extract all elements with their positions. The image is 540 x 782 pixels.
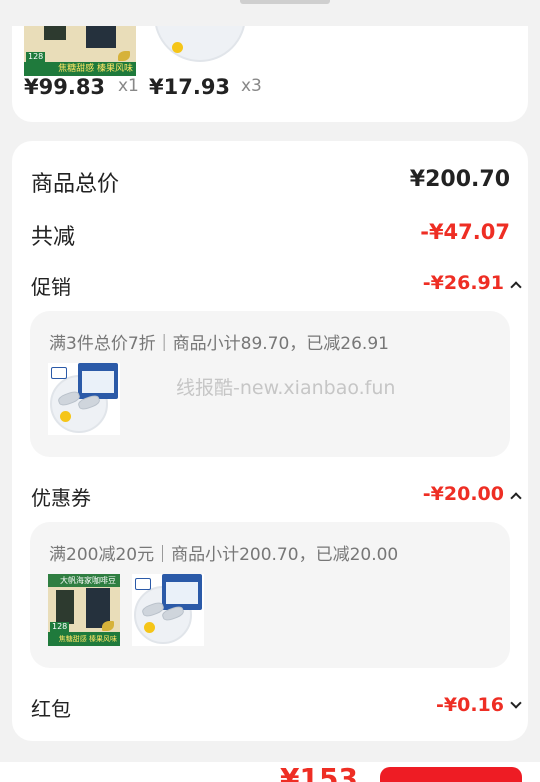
promotion-detail-text: 满3件总价7折｜商品小计89.70，已减26.91 [49,334,389,354]
item-quantity: x3 [241,76,262,96]
shrimp-product-thumbnail[interactable] [48,363,120,435]
chevron-up-icon [510,281,522,293]
chevron-up-icon [510,492,522,504]
total-reduction-label: 共减 [31,225,76,250]
header-title-fragment [240,0,330,4]
red-packet-value: -¥0.16 [436,694,504,716]
shrimp-product-thumbnail[interactable] [132,574,204,646]
total-price-value: ¥200.70 [409,167,510,192]
coupon-detail-text: 满200减20元｜商品小计200.70，已减20.00 [49,545,399,565]
product-banner: 焦糖甜感 榛果风味 [48,632,120,646]
coupon-value: -¥20.00 [422,483,504,505]
chevron-down-icon [510,697,522,709]
item-price: ¥17.93 [149,75,231,99]
coffee-product-thumbnail[interactable]: 大帆海家咖啡豆 焦糖甜感 榛果风味 128 [48,574,120,646]
item-quantity: x1 [118,76,139,96]
promotion-value: -¥26.91 [422,272,504,294]
total-reduction-value: -¥47.07 [420,220,510,244]
product-banner: 焦糖甜感 榛果风味 [24,62,136,76]
promotion-detail-panel: 满3件总价7折｜商品小计89.70，已减26.91 线报酷-new.xianba… [30,311,510,457]
product-price-tag: 128 [50,622,70,632]
coupon-detail-panel: 满200减20元｜商品小计200.70，已减20.00 大帆海家咖啡豆 焦糖甜感… [30,522,510,668]
total-price-label: 商品总价 [31,172,120,197]
pay-amount: ¥153 [280,762,358,782]
coupon-label: 优惠券 [31,486,91,510]
lemon-icon [172,42,183,53]
watermark-text: 线报酷-new.xianbao.fun [176,377,396,399]
red-packet-label: 红包 [31,697,71,721]
lemon-icon [60,411,71,422]
product-title-strip: 大帆海家咖啡豆 [48,574,120,587]
price-summary-card: 商品总价 ¥200.70 共减 -¥47.07 促销 -¥26.91 满3件总价… [12,141,528,741]
leaf-icon [118,51,130,61]
leaf-icon [102,621,114,631]
item-price: ¥99.83 [24,75,106,99]
lemon-icon [144,622,155,633]
checkout-bar: ¥153 [0,762,540,782]
product-price-tag: 128 [26,52,46,62]
promotion-label: 促销 [31,275,71,299]
header-strip [0,0,540,26]
submit-order-button[interactable] [380,767,522,782]
brand-badge-icon [135,578,151,590]
brand-badge-icon [51,367,67,379]
